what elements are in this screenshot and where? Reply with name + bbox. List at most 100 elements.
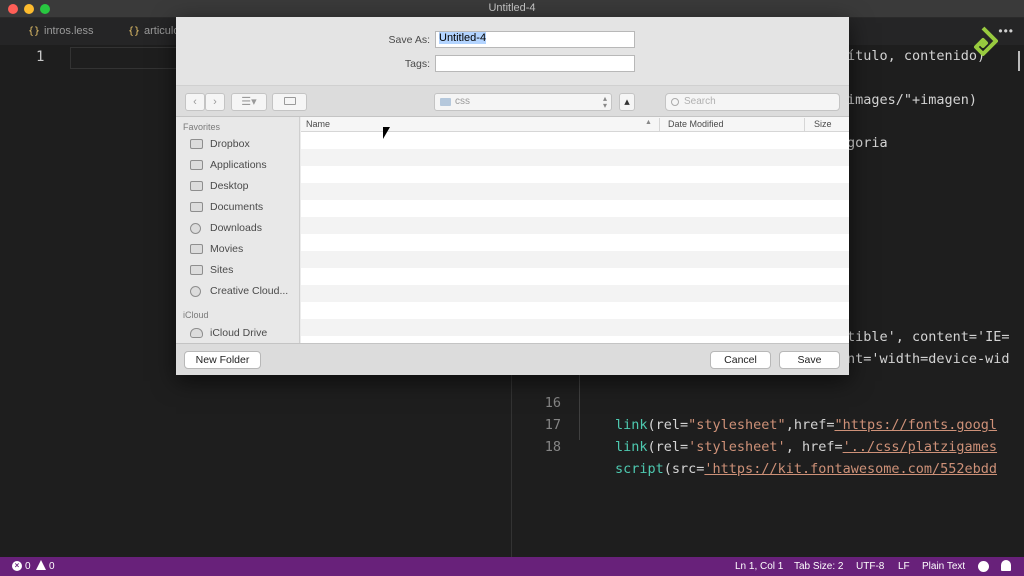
new-folder-icon-button[interactable] [272, 93, 307, 111]
sort-ascending-icon: ▲ [645, 119, 652, 126]
list-row [301, 285, 849, 302]
list-row [301, 302, 849, 319]
folder-icon [190, 139, 203, 149]
save-dialog: Save As: Untitled-4 Tags: ‹ › ☰▾ css ▴ ▾ … [176, 17, 849, 375]
sidebar-item-label: Dropbox [210, 138, 250, 150]
folder-icon [440, 98, 451, 106]
line-number: 1 [36, 49, 45, 65]
list-row [301, 200, 849, 217]
sidebar-item-dropbox[interactable]: Dropbox [190, 135, 250, 153]
sidebar-item-label: Applications [210, 159, 267, 171]
tab-intros-less[interactable]: {} intros.less [14, 18, 94, 45]
folder-icon [283, 97, 296, 105]
list-row [301, 183, 849, 200]
language-mode[interactable]: Plain Text [922, 561, 965, 572]
sidebar-item-label: Downloads [210, 222, 262, 234]
warning-count[interactable]: 0 [49, 561, 55, 572]
list-row [301, 319, 849, 336]
line-ending[interactable]: LF [898, 561, 910, 572]
new-folder-button[interactable]: New Folder [184, 351, 261, 369]
sites-icon [190, 265, 203, 275]
list-row [301, 217, 849, 234]
code-fragment: tible', content='IE= [847, 329, 1010, 345]
applications-icon [190, 160, 203, 170]
tab-label: intros.less [44, 25, 94, 37]
vscode-window: Untitled-4 {} intros.less {} articulo ••… [0, 0, 1024, 576]
code-url: '../css/platzigames [842, 439, 998, 455]
less-file-icon: {} [128, 26, 141, 37]
sidebar-item-creative-cloud[interactable]: Creative Cloud... [190, 282, 288, 300]
tab-label: articulo [144, 25, 180, 37]
icloud-heading: iCloud [183, 310, 209, 320]
sidebar-item-movies[interactable]: Movies [190, 240, 243, 258]
code-fragment: images/"+imagen) [847, 92, 978, 108]
window-title: Untitled-4 [488, 2, 536, 14]
cursor-position[interactable]: Ln 1, Col 1 [735, 561, 783, 572]
error-count[interactable]: 0 [25, 561, 31, 572]
list-row [301, 268, 849, 285]
line-number: 18 [544, 439, 561, 455]
sidebar-item-desktop[interactable]: Desktop [190, 177, 249, 195]
code-text: link(rel='stylesheet', href='../css/plat… [615, 436, 997, 458]
tags-input[interactable] [435, 55, 635, 72]
view-options-button[interactable]: ☰▾ [231, 93, 267, 111]
documents-icon [190, 202, 203, 212]
search-icon [671, 98, 679, 106]
downloads-icon [190, 223, 201, 234]
tab-size[interactable]: Tab Size: 2 [794, 561, 843, 572]
movies-icon [190, 244, 203, 254]
column-date-modified[interactable]: Date Modified [668, 119, 724, 129]
platzi-logo-icon [974, 26, 998, 56]
cancel-button[interactable]: Cancel [710, 351, 771, 369]
encoding[interactable]: UTF-8 [856, 561, 884, 572]
sidebar-item-downloads[interactable]: Downloads [190, 219, 262, 237]
code-fragment: nt='width=device-wid [847, 351, 1010, 367]
code-punct: (rel= [647, 439, 689, 455]
creative-cloud-icon [190, 286, 201, 297]
save-as-label: Save As: [388, 34, 430, 46]
code-punct: (src= [663, 461, 705, 477]
notifications-bell-icon[interactable] [1001, 560, 1011, 571]
warning-icon[interactable] [36, 560, 46, 570]
sidebar-item-label: Movies [210, 243, 244, 255]
list-row [301, 234, 849, 251]
dialog-footer: New Folder Cancel Save [176, 343, 849, 375]
sidebar-item-documents[interactable]: Documents [190, 198, 263, 216]
sidebar-item-label: iCloud Drive [210, 327, 268, 339]
list-row [301, 166, 849, 183]
collapse-button[interactable]: ▴ [619, 93, 635, 111]
code-url: 'https://kit.fontawesome.com/552ebdd [704, 461, 998, 477]
code-punct: , href= [785, 439, 843, 455]
file-list[interactable]: Name ▲ Date Modified Size [301, 117, 849, 343]
save-button[interactable]: Save [779, 351, 840, 369]
sidebar-item-applications[interactable]: Applications [190, 156, 267, 174]
tab-articulo[interactable]: {} articulo [114, 18, 179, 45]
scrollbar-marker[interactable] [1018, 51, 1020, 71]
favorites-heading: Favorites [183, 122, 221, 132]
more-actions-icon[interactable]: ••• [998, 24, 1014, 38]
dialog-toolbar: ‹ › ☰▾ css ▴ ▾ ▴ Search [176, 85, 849, 117]
column-size[interactable]: Size [814, 119, 832, 129]
back-button[interactable]: ‹ [185, 93, 205, 111]
sidebar-item-label: Creative Cloud... [210, 285, 289, 297]
sidebar-item-label: Documents [210, 201, 264, 213]
sidebar-item-label: Desktop [210, 180, 249, 192]
search-input[interactable]: Search [665, 93, 840, 111]
mouse-pointer-icon [383, 127, 390, 139]
location-select[interactable]: css ▴ ▾ [434, 93, 612, 111]
dialog-sidebar: Favorites Dropbox Applications Desktop D… [176, 117, 300, 343]
column-name[interactable]: Name [306, 119, 330, 129]
error-icon[interactable]: × [12, 561, 22, 571]
column-divider [659, 118, 660, 131]
save-as-value: Untitled-4 [439, 32, 487, 44]
sidebar-item-sites[interactable]: Sites [190, 261, 233, 279]
desktop-icon [190, 181, 203, 191]
sidebar-item-icloud-drive[interactable]: iCloud Drive [190, 324, 267, 342]
forward-button[interactable]: › [205, 93, 225, 111]
code-line-18: 18 script(src='https://kit.fontawesome.c… [513, 414, 1024, 477]
save-as-input[interactable]: Untitled-4 [435, 31, 635, 48]
less-file-icon: {} [28, 26, 41, 37]
code-fragment: goria [847, 135, 888, 151]
code-function: link [615, 439, 648, 455]
feedback-smile-icon[interactable] [978, 561, 989, 572]
